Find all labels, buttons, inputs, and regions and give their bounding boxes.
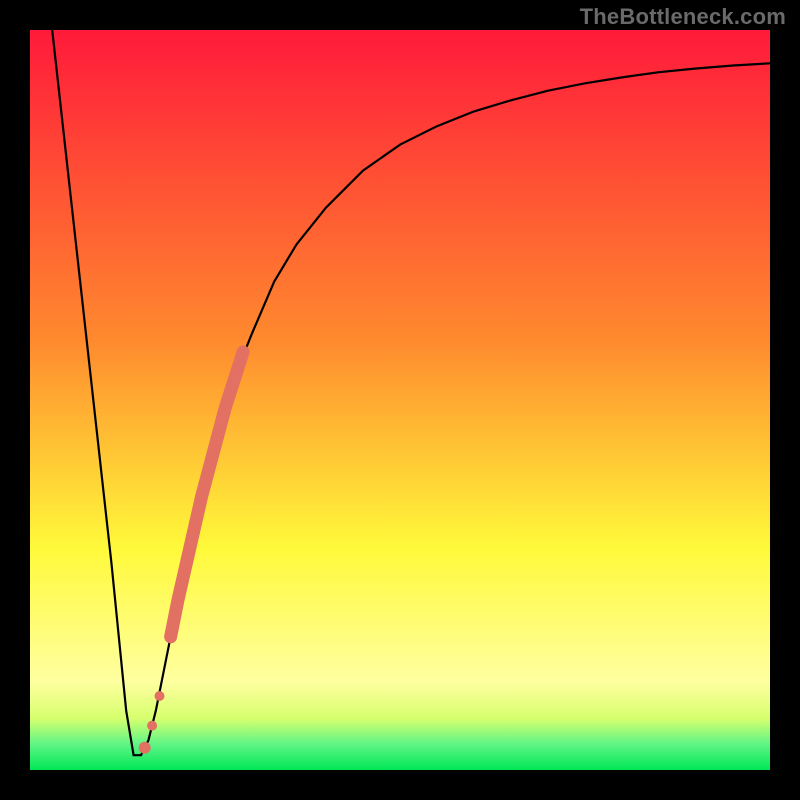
gradient-background <box>30 30 770 770</box>
bottleneck-chart <box>30 30 770 770</box>
chart-frame: TheBottleneck.com <box>0 0 800 800</box>
watermark-text: TheBottleneck.com <box>580 4 786 30</box>
marker-dot <box>155 691 165 701</box>
marker-dot <box>139 742 151 754</box>
plot-area <box>30 30 770 770</box>
marker-dot <box>147 721 157 731</box>
